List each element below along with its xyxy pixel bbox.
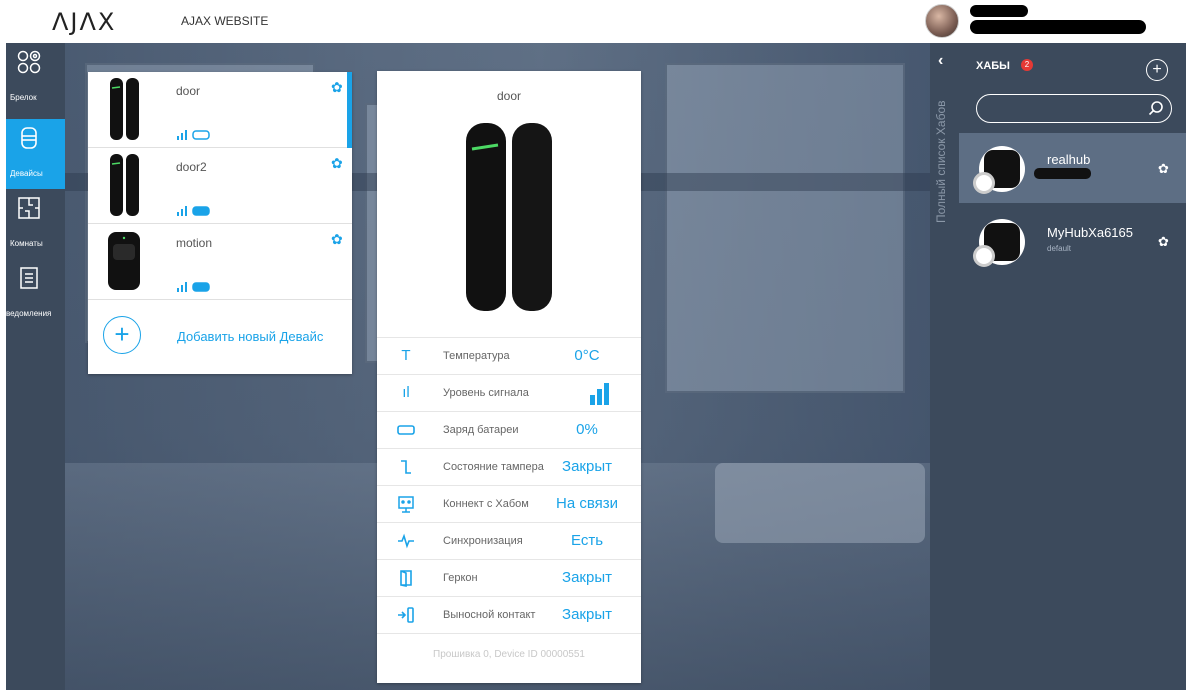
property-label: Температура [443,350,510,362]
nav-item-keyfob[interactable]: Брелок [6,43,65,113]
sync-icon [397,532,415,550]
property-reed-switch: Геркон Закрыт [377,559,641,596]
signal-strength-bars [590,383,609,405]
signal-battery-status [177,130,210,140]
nav-item-devices[interactable]: Девайсы [6,119,73,189]
hub-list-strip: ‹ Полный список Хабов [930,43,959,690]
firmware-device-id: Прошивка 0, Device ID 00000551 [433,649,585,660]
door-sensor-large-image [466,123,552,311]
device-icon [21,127,37,149]
window-right [665,63,905,393]
nav-item-label: Девайсы [10,169,43,178]
signal-battery-status [177,206,210,216]
hub-name: realhub [1047,152,1091,167]
property-label: Синхронизация [443,535,523,547]
add-device-button[interactable]: + [103,316,141,354]
door-sensor-image [110,78,139,140]
nav-item-label: Брелок [10,93,37,102]
property-sync: Синхронизация Есть [377,522,641,559]
add-hub-button[interactable]: + [1146,59,1168,81]
nav-item-rooms[interactable]: Комнаты [6,189,65,259]
nav-item-notifications[interactable]: ведомления [6,259,65,329]
door-sensor-image [110,154,139,216]
external-contact-icon [397,606,415,624]
property-battery: Заряд батареи 0% [377,411,641,448]
ajax-logo[interactable]: ΛJΛX [52,8,116,36]
tamper-icon [397,458,415,476]
hub-image [973,219,1025,267]
property-label: Заряд батареи [443,424,519,436]
property-value: Есть [570,532,604,549]
notifications-icon [20,267,38,289]
nav-item-label: ведомления [6,309,52,318]
property-temperature: T Температура 0°C [377,337,641,374]
gear-icon[interactable]: ✿ [331,232,345,246]
hubs-title: ХАБЫ [976,60,1010,72]
property-tamper: Состояние тампера Закрыт [377,448,641,485]
signal-icon: ıl [402,384,410,401]
nav-item-label: Комнаты [10,239,43,248]
redacted-user-email [970,20,1146,34]
property-value: 0°C [574,347,600,364]
hubs-panel: ХАБЫ 2 + realhub ✿ MyHubXa6165 default ✿ [959,43,1186,690]
hub-group: default [1047,244,1072,253]
hub-image [973,146,1025,194]
gear-icon[interactable]: ✿ [1158,234,1169,250]
reed-switch-icon [397,569,415,587]
gear-icon[interactable]: ✿ [1158,161,1169,177]
full-hub-list-label[interactable]: Полный список Хабов [934,23,948,223]
property-label: Выносной контакт [443,609,536,621]
hub-name: MyHubXa6165 [1047,225,1133,240]
property-label: Коннект с Хабом [443,498,529,510]
battery-icon [397,421,415,439]
device-detail-title: door [496,89,522,103]
hub-connection-icon [397,495,415,513]
add-device-label[interactable]: Добавить новый Девайс [177,329,323,344]
property-value: Закрыт [562,458,612,475]
left-navigation: Брелок Девайсы Комнаты ведомления [6,43,73,690]
keyfob-icon [17,50,41,74]
gear-icon[interactable]: ✿ [331,80,345,94]
device-name: motion [176,236,213,250]
property-external-contact: Выносной контакт Закрыт [377,596,641,633]
property-signal: ıl Уровень сигнала [377,374,641,411]
device-row-motion[interactable]: motion ✿ [88,224,352,300]
hub-row-myhub[interactable]: MyHubXa6165 default ✿ [959,206,1186,276]
hub-row-realhub[interactable]: realhub ✿ [959,133,1186,203]
device-name: door2 [176,160,207,174]
device-row-door[interactable]: door ✿ [88,72,352,148]
property-label: Состояние тампера [443,461,544,473]
hubs-count-badge: 2 [1021,59,1033,71]
redacted-hub-id [1034,168,1091,179]
top-bar: ΛJΛX AJAX WEBSITE [0,0,1186,43]
ajax-website-link[interactable]: AJAX WEBSITE [181,14,268,28]
add-device-row[interactable]: + Добавить новый Девайс [88,300,352,374]
search-icon[interactable] [1148,100,1164,116]
signal-battery-status [177,282,210,292]
property-value: Закрыт [562,606,612,623]
property-label: Геркон [443,572,478,584]
device-row-door2[interactable]: door2 ✿ [88,148,352,224]
sofa [715,463,925,543]
rooms-icon [18,197,40,219]
motion-sensor-image [108,232,140,290]
device-list-panel: door ✿ door2 ✿ motion ✿ + Добавить новый… [88,72,352,374]
property-value: 0% [576,421,598,438]
device-detail-panel: door T Температура 0°C ıl Уровень сигнал… [377,71,641,683]
property-hub-connection: Коннект с Хабом На связи [377,485,641,522]
property-label: Уровень сигнала [443,387,529,399]
device-name: door [176,84,201,98]
thermometer-icon: T [401,347,411,364]
hub-search-input[interactable] [976,94,1172,123]
gear-icon[interactable]: ✿ [331,156,345,170]
property-value: На связи [555,495,619,512]
property-value: Закрыт [562,569,612,586]
redacted-user-name [970,5,1028,17]
